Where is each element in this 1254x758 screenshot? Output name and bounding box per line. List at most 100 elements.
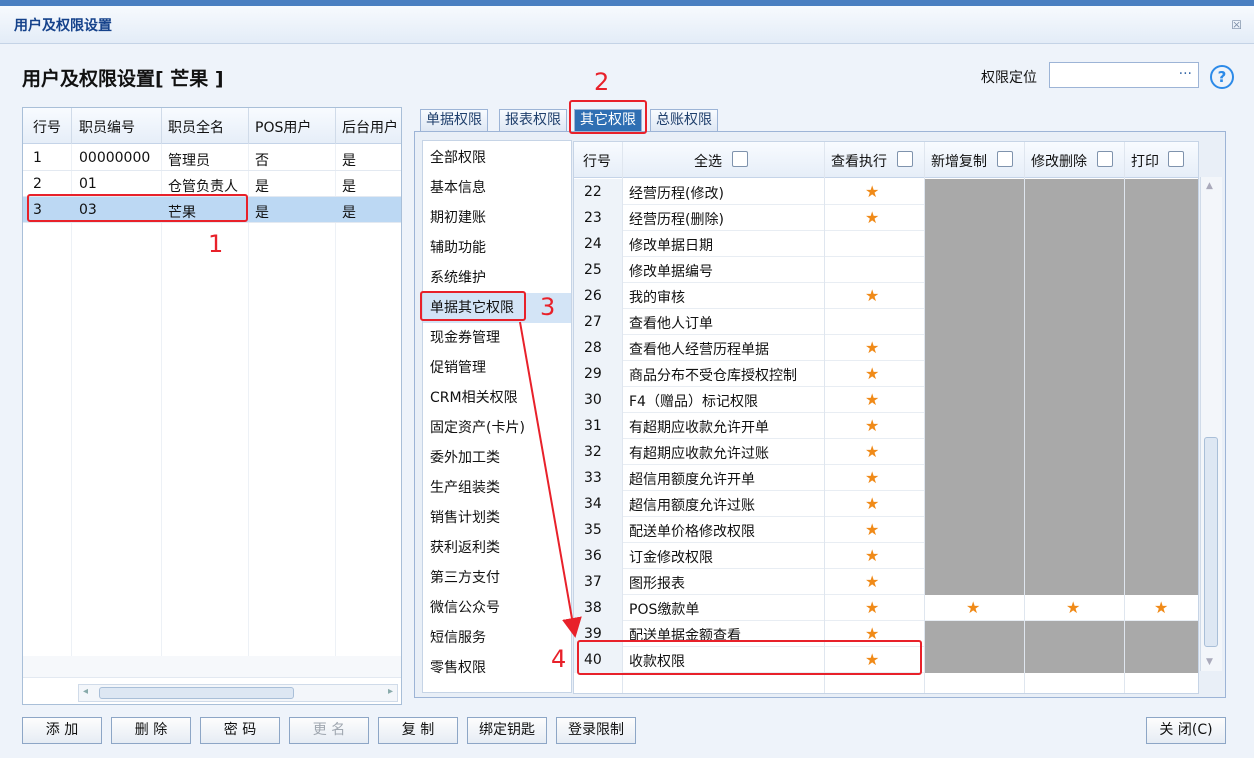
select-all-checkbox[interactable] (732, 151, 748, 167)
table-row[interactable]: 1 00000000 管理员 否 是 (23, 145, 401, 171)
category-item[interactable]: 固定资产(卡片) (423, 413, 571, 443)
scroll-thumb[interactable] (99, 687, 294, 699)
permission-row[interactable]: 23 经营历程(删除) ★ (574, 205, 1198, 231)
star-icon[interactable]: ★ (865, 598, 879, 617)
star-icon[interactable]: ★ (865, 286, 879, 305)
disabled-cells (925, 647, 1198, 673)
permission-row[interactable]: 30 F4（赠品）标记权限 ★ (574, 387, 1198, 413)
delete-button[interactable]: 删 除 (111, 717, 191, 744)
disabled-cells (925, 361, 1198, 387)
star-icon[interactable]: ★ (865, 572, 879, 591)
add-button[interactable]: 添 加 (22, 717, 102, 744)
vertical-scrollbar[interactable]: ▲ ▼ (1200, 177, 1222, 671)
permission-row[interactable]: 35 配送单价格修改权限 ★ (574, 517, 1198, 543)
scroll-right-icon[interactable]: ▸ (388, 686, 393, 697)
star-icon[interactable]: ★ (865, 416, 879, 435)
employee-name: 管理员 (168, 153, 210, 169)
star-icon[interactable]: ★ (865, 546, 879, 565)
category-item[interactable]: 短信服务 (423, 623, 571, 653)
disabled-cells (925, 569, 1198, 595)
permission-row[interactable]: 27 查看他人订单 (574, 309, 1198, 335)
star-icon[interactable]: ★ (865, 442, 879, 461)
scroll-up-icon[interactable]: ▲ (1206, 181, 1213, 191)
disabled-cells (925, 413, 1198, 439)
star-icon[interactable]: ★ (865, 364, 879, 383)
edit-delete-checkbox[interactable] (1097, 151, 1113, 167)
copy-button[interactable]: 复 制 (378, 717, 458, 744)
category-item[interactable]: 第三方支付 (423, 563, 571, 593)
permission-locate-input[interactable]: ··· (1049, 62, 1199, 88)
permission-row[interactable]: 24 修改单据日期 (574, 231, 1198, 257)
category-item[interactable]: 期初建账 (423, 203, 571, 233)
category-item[interactable]: 微信公众号 (423, 593, 571, 623)
category-item[interactable]: 获利返利类 (423, 533, 571, 563)
permission-row[interactable]: 38 POS缴款单 ★ ★ ★ ★ (574, 595, 1198, 621)
permission-row[interactable]: 33 超信用额度允许开单 ★ (574, 465, 1198, 491)
star-icon[interactable]: ★ (865, 182, 879, 201)
tab-report-permissions[interactable]: 报表权限 (499, 109, 567, 131)
close-window-icon[interactable]: ☒ (1231, 18, 1242, 32)
permission-row-no: 32 (574, 439, 622, 465)
permission-row[interactable]: 25 修改单据编号 (574, 257, 1198, 283)
tab-document-permissions[interactable]: 单据权限 (420, 109, 488, 131)
horizontal-scrollbar[interactable]: ◂ ▸ (78, 684, 398, 702)
annotation-number: 1 (208, 230, 224, 258)
add-copy-checkbox[interactable] (997, 151, 1013, 167)
category-item[interactable]: 系统维护 (423, 263, 571, 293)
permission-row[interactable]: 28 查看他人经营历程单据 ★ (574, 335, 1198, 361)
window-title: 用户及权限设置 (14, 18, 112, 34)
category-item[interactable]: 促销管理 (423, 353, 571, 383)
category-item[interactable]: 委外加工类 (423, 443, 571, 473)
permission-row-no: 22 (574, 179, 622, 205)
star-icon[interactable]: ★ (865, 520, 879, 539)
permission-row-no: 37 (574, 569, 622, 595)
login-limit-button[interactable]: 登录限制 (556, 717, 636, 744)
ellipsis-icon[interactable]: ··· (1179, 66, 1192, 82)
scroll-thumb[interactable] (1204, 437, 1218, 647)
disabled-cells (925, 621, 1198, 647)
bind-key-button[interactable]: 绑定钥匙 (467, 717, 547, 744)
permission-row[interactable]: 22 经营历程(修改) ★ (574, 179, 1198, 205)
permission-row[interactable]: 34 超信用额度允许过账 ★ (574, 491, 1198, 517)
tab-ledger-permissions[interactable]: 总账权限 (650, 109, 718, 131)
star-icon[interactable]: ★ (1066, 598, 1080, 617)
col-print: 打印 (1131, 154, 1159, 170)
print-checkbox[interactable] (1168, 151, 1184, 167)
pos-user: 否 (255, 153, 269, 169)
view-execute-checkbox[interactable] (897, 151, 913, 167)
password-button[interactable]: 密 码 (200, 717, 280, 744)
star-icon[interactable]: ★ (865, 390, 879, 409)
star-icon[interactable]: ★ (865, 468, 879, 487)
star-icon[interactable]: ★ (865, 338, 879, 357)
permission-row-no: 26 (574, 283, 622, 309)
permission-row[interactable]: 37 图形报表 ★ (574, 569, 1198, 595)
category-item[interactable]: 销售计划类 (423, 503, 571, 533)
help-icon[interactable]: ? (1210, 65, 1234, 89)
permission-grid-header: 行号 全选 查看执行 新增复制 修改删除 打印 (574, 142, 1198, 178)
col-employee-name: 职员全名 (168, 120, 224, 136)
category-item[interactable]: 基本信息 (423, 173, 571, 203)
permission-row[interactable]: 31 有超期应收款允许开单 ★ (574, 413, 1198, 439)
category-item[interactable]: 生产组装类 (423, 473, 571, 503)
permission-row[interactable]: 36 订金修改权限 ★ (574, 543, 1198, 569)
permission-row-no: 35 (574, 517, 622, 543)
permission-row[interactable]: 29 商品分布不受仓库授权控制 ★ (574, 361, 1198, 387)
rename-button[interactable]: 更 名 (289, 717, 369, 744)
category-item[interactable]: 零售权限 (423, 653, 571, 683)
category-item[interactable]: 全部权限 (423, 143, 571, 173)
scroll-left-icon[interactable]: ◂ (83, 686, 88, 697)
permission-name: 经营历程(删除) (629, 212, 724, 228)
permission-name: 查看他人订单 (629, 316, 713, 332)
category-item[interactable]: CRM相关权限 (423, 383, 571, 413)
permission-row[interactable]: 32 有超期应收款允许过账 ★ (574, 439, 1198, 465)
category-item[interactable]: 现金券管理 (423, 323, 571, 353)
scroll-down-icon[interactable]: ▼ (1206, 657, 1213, 667)
star-icon[interactable]: ★ (966, 598, 980, 617)
star-icon[interactable]: ★ (865, 208, 879, 227)
category-item[interactable]: 辅助功能 (423, 233, 571, 263)
close-button[interactable]: 关 闭(C) (1146, 717, 1226, 744)
star-icon[interactable]: ★ (865, 494, 879, 513)
disabled-cells (925, 179, 1198, 205)
star-icon[interactable]: ★ (1154, 598, 1168, 617)
permission-row[interactable]: 26 我的审核 ★ (574, 283, 1198, 309)
